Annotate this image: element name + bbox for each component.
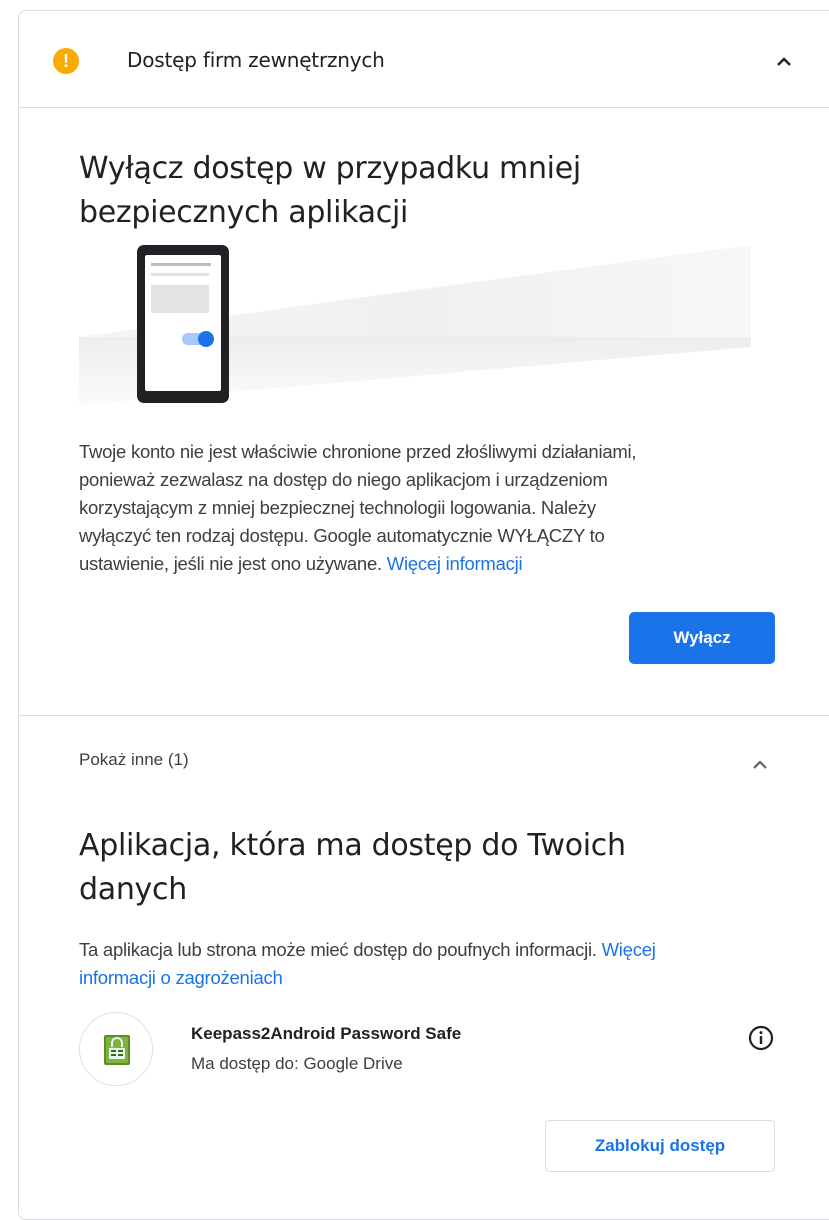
block-access-button[interactable]: Zablokuj dostęp (545, 1120, 775, 1172)
description-line: korzystającym z mniej bezpiecznej techno… (79, 497, 596, 518)
third-party-access-card: ! Dostęp firm zewnętrznych Wyłącz dostęp… (18, 10, 829, 1220)
insecure-apps-title-line1: Wyłącz dostęp w przypadku mniej (79, 151, 581, 186)
description-line: ustawienie, jeśli nie jest ono używane. … (79, 550, 636, 578)
app-access-scope: Ma dostęp do: Google Drive (191, 1054, 403, 1073)
app-access-title-line2: danych (79, 872, 187, 907)
keepass-logo-icon (79, 1012, 153, 1086)
app-access-title-line1: Aplikacja, która ma dostęp do Twoich (79, 828, 626, 863)
description-text: Ta aplikacja lub strona może mieć dostęp… (79, 939, 597, 960)
description-line: Twoje konto nie jest właściwie chronione… (79, 441, 637, 462)
insecure-apps-title-line2: bezpiecznych aplikacji (79, 195, 409, 230)
description-line: informacji o zagrożeniach (79, 964, 656, 992)
chevron-up-icon[interactable] (753, 759, 767, 773)
app-access-description: Ta aplikacja lub strona może mieć dostęp… (79, 936, 656, 992)
other-apps-section: Pokaż inne (1) Aplikacja, która ma dostę… (19, 716, 829, 1216)
card-header[interactable]: ! Dostęp firm zewnętrznych (19, 11, 829, 108)
risk-info-link[interactable]: informacji o zagrożeniach (79, 967, 283, 988)
description-line: ponieważ zezwalasz na dostęp do niego ap… (79, 469, 608, 490)
warning-icon: ! (53, 48, 79, 74)
info-icon[interactable] (747, 1024, 775, 1052)
description-line: wyłączyć ten rodzaj dostępu. Google auto… (79, 525, 605, 546)
description-text: ustawienie, jeśli nie jest ono używane. (79, 553, 382, 574)
insecure-apps-description: Twoje konto nie jest właściwie chronione… (79, 438, 637, 578)
app-name: Keepass2Android Password Safe (191, 1024, 462, 1043)
risk-info-link[interactable]: Więcej (602, 939, 656, 960)
more-info-link[interactable]: Więcej informacji (387, 553, 523, 574)
phone-illustration (79, 245, 751, 405)
card-title: Dostęp firm zewnętrznych (127, 48, 385, 72)
turn-off-button[interactable]: Wyłącz (629, 612, 775, 664)
insecure-apps-section: Wyłącz dostęp w przypadku mniej bezpiecz… (19, 108, 829, 716)
app-item: Keepass2Android Password Safe Ma dostęp … (79, 1012, 789, 1092)
chevron-up-icon[interactable] (777, 56, 791, 70)
show-other-label[interactable]: Pokaż inne (1) (79, 750, 189, 770)
description-line: Ta aplikacja lub strona może mieć dostęp… (79, 936, 656, 964)
